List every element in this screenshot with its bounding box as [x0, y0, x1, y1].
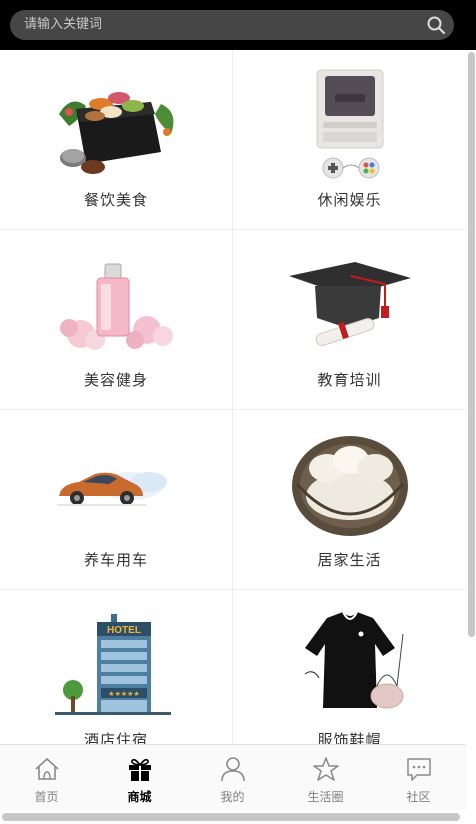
top-bar: 请输入关键词	[0, 0, 476, 50]
category-label: 餐饮美食	[83, 191, 148, 209]
gift-icon	[128, 758, 151, 781]
food-icon	[59, 92, 174, 174]
tab-label: 首页	[34, 790, 59, 804]
category-car[interactable]: 养车用车	[0, 410, 233, 590]
category-beauty[interactable]: 美容健身	[0, 230, 233, 410]
category-label: 教育培训	[317, 371, 382, 389]
hotel-stars: ★★★★★	[108, 690, 139, 698]
tab-mall[interactable]: 商城	[93, 745, 186, 811]
tab-home[interactable]: 首页	[0, 745, 93, 811]
category-entertainment[interactable]: 休闲娱乐	[233, 50, 466, 230]
chat-icon	[406, 758, 431, 781]
horizontal-scrollbar[interactable]	[2, 813, 460, 821]
home-icon	[34, 757, 59, 780]
category-label: 养车用车	[83, 551, 148, 569]
category-clothing[interactable]: 服饰鞋帽	[233, 590, 466, 770]
clothing-icon	[304, 611, 403, 709]
category-home[interactable]: 居家生活	[233, 410, 466, 590]
car-icon	[57, 472, 167, 506]
tab-community[interactable]: 社区	[372, 745, 465, 811]
graduation-cap-icon	[288, 262, 411, 346]
game-console-icon	[316, 69, 383, 179]
category-food[interactable]: 餐饮美食	[0, 50, 233, 230]
tab-mine[interactable]: 我的	[186, 745, 279, 811]
hotel-icon: HOTEL ★★★★★	[55, 614, 171, 715]
hotel-sign: HOTEL	[107, 625, 141, 636]
tab-label: 生活圈	[307, 790, 344, 804]
user-icon	[220, 757, 245, 782]
category-education[interactable]: 教育培训	[233, 230, 466, 410]
category-label: 居家生活	[317, 551, 382, 569]
tab-life-circle[interactable]: 生活圈	[279, 745, 372, 811]
tab-label: 我的	[220, 790, 245, 804]
category-label: 美容健身	[83, 371, 148, 389]
search-icon[interactable]	[426, 15, 446, 35]
chair-icon	[291, 436, 408, 536]
star-icon	[312, 757, 339, 781]
category-label: 休闲娱乐	[317, 191, 382, 209]
search-box[interactable]: 请输入关键词	[10, 10, 454, 40]
search-input[interactable]: 请输入关键词	[24, 16, 102, 34]
bottom-tab-bar: 首页 商城 我的 生活圈 社区	[0, 744, 466, 810]
vertical-scrollbar[interactable]	[468, 52, 475, 637]
tab-label: 商城	[127, 790, 152, 804]
tab-label: 社区	[406, 790, 431, 804]
perfume-icon	[60, 263, 173, 350]
category-hotel[interactable]: HOTEL ★★★★★ 酒店住宿	[0, 590, 233, 770]
